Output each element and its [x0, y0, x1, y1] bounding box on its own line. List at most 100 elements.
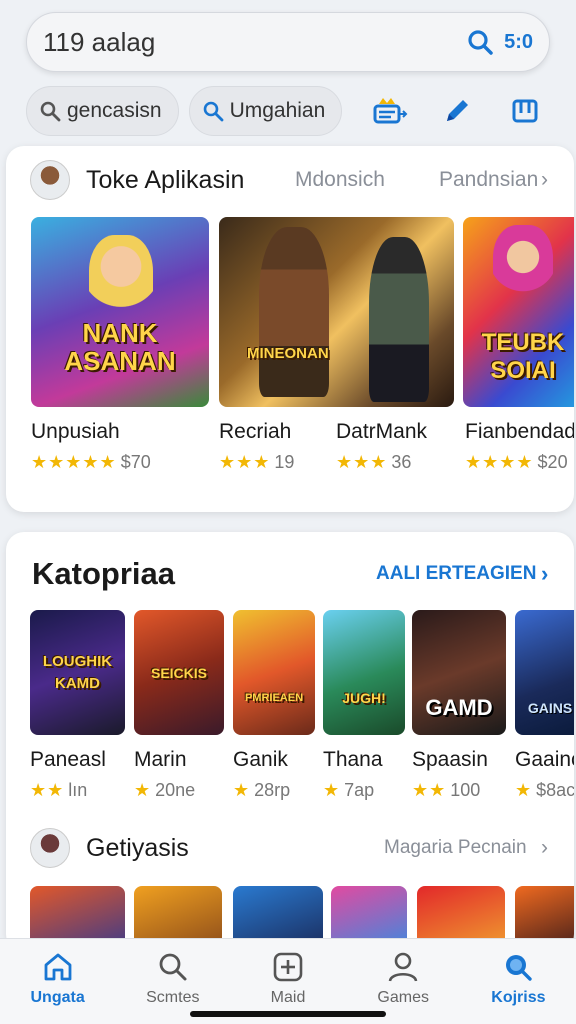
game-tile[interactable]: GAMD	[412, 610, 506, 735]
rating-value: 7ap	[344, 780, 375, 800]
nav-item-ungata[interactable]: Ungata	[0, 939, 115, 1024]
game-artwork: GAMD	[412, 610, 506, 735]
app-artwork: NANK ASANAN	[31, 217, 209, 407]
game-tile[interactable]: LOUGHIK KAMD	[30, 610, 125, 735]
app-art-title: MINEONAN	[247, 345, 329, 362]
game-art-title: GAMD	[425, 694, 493, 720]
game-tile[interactable]: GAINS	[515, 610, 574, 735]
chip-label: Umgahian	[229, 99, 326, 122]
star-icon: ★★	[30, 780, 65, 800]
person-icon	[388, 952, 418, 982]
rating-value: $70	[120, 452, 151, 472]
app-name[interactable]: DatrMank	[336, 420, 427, 444]
app-art-title: TEUBK SOIAI	[481, 329, 565, 384]
game-name[interactable]: Paneasl	[30, 748, 106, 772]
app-tile[interactable]: NANK ASANAN	[31, 217, 209, 407]
rating-value: $20	[537, 452, 568, 472]
getiyasis-header: Getiyasis Magaria Pecnain ›	[6, 828, 574, 868]
game-tile[interactable]: JUGH!	[323, 610, 405, 735]
star-icon: ★★★★★	[31, 452, 117, 472]
search-icon	[159, 953, 187, 981]
rating-value: lın	[68, 780, 88, 800]
rating-value: 19	[274, 452, 295, 472]
star-icon: ★★	[412, 780, 447, 800]
link-mdonsich[interactable]: Mdonsich	[295, 168, 385, 192]
app-art-title: NANK ASANAN	[64, 318, 176, 376]
home-indicator[interactable]	[190, 1011, 386, 1017]
search-input[interactable]: 119 aalag	[43, 27, 462, 58]
game-rating: ★ 20ne	[134, 780, 195, 801]
rating-value: 20ne	[155, 780, 196, 800]
game-art-title: SEICKIS	[150, 664, 207, 681]
link-pandnsian[interactable]: Pandnsian	[439, 168, 538, 192]
rating-value: 100	[450, 780, 481, 800]
search-filled-icon	[506, 955, 533, 981]
section-title: Getiyasis	[86, 833, 189, 862]
game-art-title: LOUGHIK KAMD	[42, 652, 113, 692]
game-art-title: JUGH!	[342, 689, 386, 706]
app-rating: ★★★★★ $70	[31, 452, 151, 473]
game-artwork: SEICKIS	[134, 610, 224, 735]
top-apps-header: Toke Aplikasin Mdonsich Pandnsian ›	[6, 160, 574, 200]
game-art-title: PMRIEAEN	[244, 691, 304, 704]
section-title: Katopriaa	[32, 556, 175, 591]
rating-value: 36	[391, 452, 412, 472]
pencil-icon[interactable]	[434, 88, 480, 134]
rating-value: 28rp	[254, 780, 291, 800]
categories-header: Katopriaa AALI ERTEAGIEN ›	[6, 552, 574, 596]
star-icon: ★	[134, 780, 152, 800]
filter-chips-row: gencasisn Umgahian	[26, 84, 550, 138]
game-rating: ★ 28rp	[233, 780, 290, 801]
star-icon: ★	[515, 780, 533, 800]
game-tile[interactable]: SEICKIS	[134, 610, 224, 735]
avatar	[30, 828, 70, 868]
link-all-categories[interactable]: AALI ERTEAGIEN	[376, 563, 536, 585]
categories-card: Katopriaa AALI ERTEAGIEN › LOUGHIK KAMD …	[6, 532, 574, 952]
app-tile[interactable]: MINEONAN	[219, 217, 454, 407]
nav-label: Ungata	[30, 989, 85, 1006]
app-tile[interactable]: TEUBK SOIAI	[463, 217, 574, 407]
app-artwork: MINEONAN	[219, 217, 454, 407]
search-bar[interactable]: 119 aalag 5:0	[26, 12, 550, 72]
add-icon	[273, 952, 303, 982]
nav-label: Games	[377, 989, 429, 1006]
app-name[interactable]: Unpusiah	[31, 420, 120, 444]
game-rating: ★★ lın	[30, 780, 87, 801]
nav-item-kojriss[interactable]: Kojriss	[461, 939, 576, 1024]
chip-label: gencasisn	[67, 99, 162, 122]
avatar	[30, 160, 70, 200]
game-artwork: JUGH!	[323, 610, 405, 735]
game-artwork: LOUGHIK KAMD	[30, 610, 125, 735]
game-name[interactable]: Marin	[134, 748, 187, 772]
time-badge: 5:0	[504, 30, 533, 53]
star-icon: ★★★	[219, 452, 271, 472]
app-rating: ★★★ 19	[219, 452, 294, 473]
chevron-right-icon[interactable]: ›	[541, 836, 548, 860]
bookmark-board-icon[interactable]	[502, 88, 548, 134]
app-name[interactable]: Recriah	[219, 420, 291, 444]
game-rating: ★ 7ap	[323, 780, 374, 801]
chevron-right-icon[interactable]: ›	[541, 561, 548, 587]
game-name[interactable]: Gaainc	[515, 748, 574, 772]
home-icon	[44, 953, 71, 981]
game-tile[interactable]: PMRIEAEN	[233, 610, 315, 735]
app-rating: ★★★ 36	[336, 452, 411, 473]
search-icon	[40, 101, 61, 122]
game-name[interactable]: Ganik	[233, 748, 288, 772]
nav-label: Maid	[270, 989, 306, 1006]
chevron-right-icon[interactable]: ›	[541, 168, 548, 192]
section-title: Toke Aplikasin	[86, 165, 245, 194]
star-icon: ★★★★	[465, 452, 534, 472]
search-icon[interactable]	[462, 24, 498, 60]
search-icon	[203, 101, 223, 122]
link-magaria-pecnain[interactable]: Magaria Pecnain	[384, 837, 527, 859]
nav-label: Kojriss	[491, 989, 546, 1006]
game-name[interactable]: Spaasin	[412, 748, 488, 772]
gift-icon[interactable]	[366, 88, 412, 134]
chip-umgahian[interactable]: Umgahian	[188, 86, 343, 136]
star-icon: ★	[233, 780, 251, 800]
chip-gencasisn[interactable]: gencasisn	[26, 86, 179, 136]
game-name[interactable]: Thana	[323, 748, 383, 772]
app-name[interactable]: Fianbendado	[465, 420, 574, 444]
star-icon: ★★★	[336, 452, 388, 472]
